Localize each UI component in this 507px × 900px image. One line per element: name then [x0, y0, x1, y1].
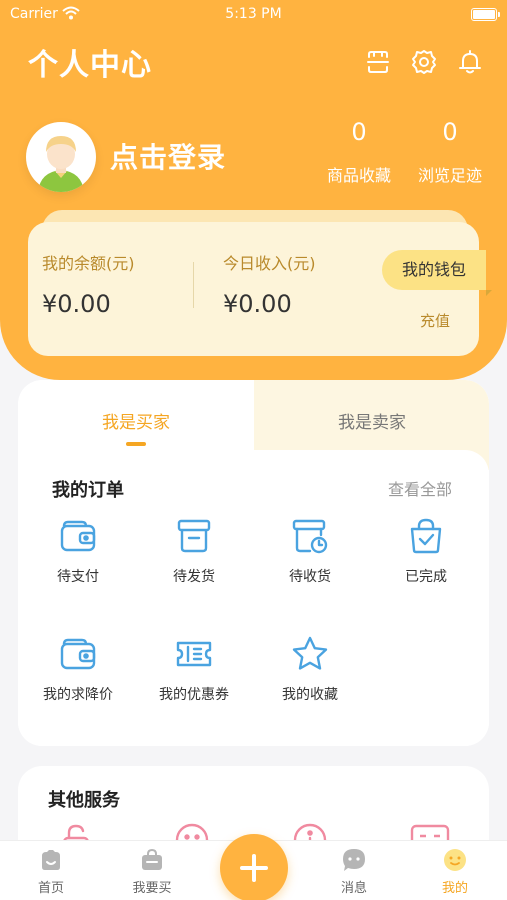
wallet-card: 我的余额(元) ¥0.00 今日收入(元) ¥0.00 我的钱包 充值 [28, 222, 492, 356]
favorites-count[interactable]: 0 [319, 118, 399, 146]
message-icon [314, 847, 394, 873]
shopping-bag-icon [112, 847, 192, 873]
scan-icon[interactable] [364, 48, 392, 76]
tab-messages-label: 消息 [340, 881, 367, 896]
balance-value: ¥0.00 [42, 290, 111, 318]
services-title: 其他服务 [48, 790, 120, 811]
my-coupons[interactable]: 我的优惠券 [139, 634, 249, 704]
star-icon [255, 634, 365, 674]
receive-clock-icon [255, 516, 365, 556]
tab-home-label: 首页 [37, 881, 64, 896]
page-title: 个人中心 [28, 48, 152, 83]
package-icon [139, 516, 249, 556]
orders-card: 我是卖家 我是买家 我的订单 查看全部 待支付 待发货 待收货 已完成 我的求降… [18, 380, 489, 746]
status-time: 5:13 PM [225, 6, 282, 22]
order-pending-payment[interactable]: 待支付 [23, 516, 133, 586]
balance-label: 我的余额(元) [42, 254, 135, 273]
wallet-icon [23, 634, 133, 674]
tab-buy-label: 我要买 [132, 881, 172, 896]
history-label[interactable]: 浏览足迹 [405, 162, 495, 186]
profile-icon [415, 847, 495, 873]
home-icon [11, 847, 91, 873]
wallet-button[interactable]: 我的钱包 [382, 250, 492, 296]
my-price-request[interactable]: 我的求降价 [23, 634, 133, 704]
tab-buyer[interactable]: 我是买家 [18, 380, 254, 456]
tab-seller-label: 我是卖家 [338, 413, 406, 433]
wallet-icon [23, 516, 133, 556]
orders-title: 我的订单 [52, 480, 124, 501]
order-completed-label: 已完成 [405, 569, 447, 585]
my-favorites[interactable]: 我的收藏 [255, 634, 365, 704]
status-bar: Carrier 5:13 PM [0, 0, 507, 30]
order-pending-payment-label: 待支付 [57, 569, 99, 585]
order-pending-shipment-label: 待发货 [173, 569, 215, 585]
tab-buyer-label: 我是买家 [102, 413, 170, 433]
income-value: ¥0.00 [223, 290, 292, 318]
tab-active-indicator [126, 442, 146, 446]
gear-icon[interactable] [410, 48, 438, 76]
tab-buy[interactable]: 我要买 [112, 847, 192, 896]
order-completed[interactable]: 已完成 [371, 516, 481, 586]
my-coupons-label: 我的优惠券 [159, 687, 229, 703]
view-all-orders-link[interactable]: 查看全部 [388, 476, 452, 500]
order-pending-shipment[interactable]: 待发货 [139, 516, 249, 586]
tab-home[interactable]: 首页 [11, 847, 91, 896]
tab-messages[interactable]: 消息 [314, 847, 394, 896]
battery-icon [471, 8, 500, 21]
income-label: 今日收入(元) [223, 254, 316, 273]
history-count[interactable]: 0 [410, 118, 490, 146]
order-pending-receipt[interactable]: 待收货 [255, 516, 365, 586]
tab-profile[interactable]: 我的 [415, 847, 495, 896]
favorites-label[interactable]: 商品收藏 [314, 162, 404, 186]
wallet-divider [193, 262, 194, 308]
bag-check-icon [371, 516, 481, 556]
tab-profile-label: 我的 [441, 881, 468, 896]
order-pending-receipt-label: 待收货 [289, 569, 331, 585]
my-price-request-label: 我的求降价 [43, 687, 113, 703]
my-favorites-label: 我的收藏 [282, 687, 338, 703]
login-link[interactable]: 点击登录 [110, 136, 226, 176]
avatar[interactable] [26, 122, 96, 192]
bell-icon[interactable] [456, 48, 484, 76]
plus-icon [220, 854, 288, 900]
recharge-button[interactable]: 充值 [420, 310, 450, 331]
coupon-icon [139, 634, 249, 674]
publish-button[interactable] [220, 834, 288, 900]
